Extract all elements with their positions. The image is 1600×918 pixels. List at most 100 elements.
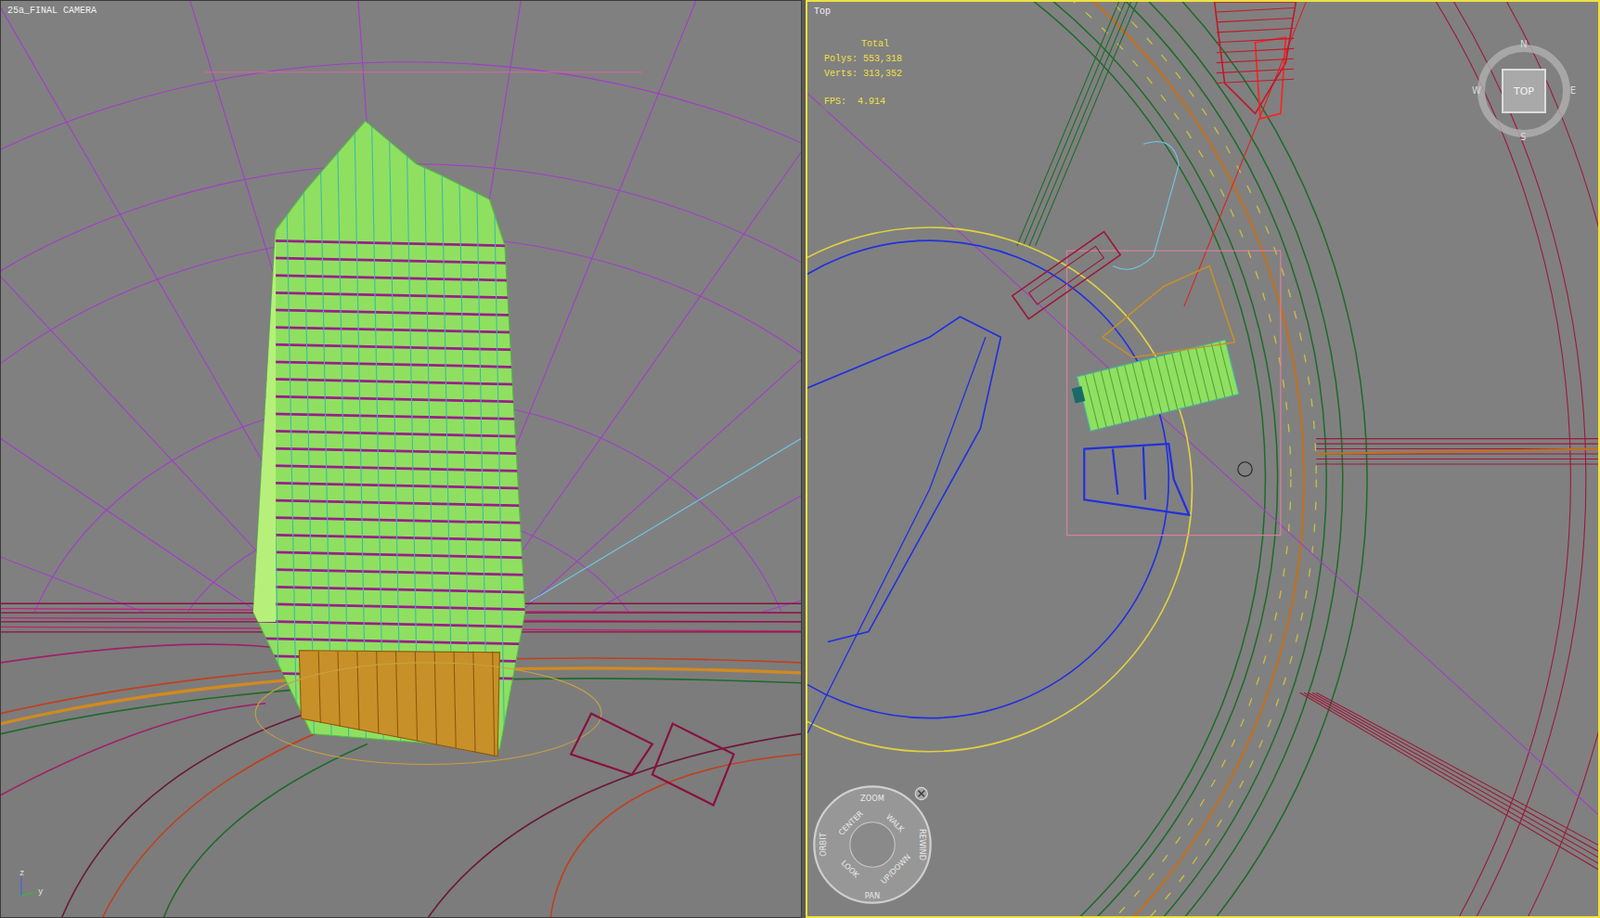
stadium-outline xyxy=(807,227,1192,752)
selection-box xyxy=(1067,250,1281,535)
plan-hatch xyxy=(1187,348,1202,403)
stadium-shape xyxy=(807,316,1001,642)
ring-road xyxy=(807,1,1368,917)
viewcube-face[interactable]: TOP xyxy=(1501,68,1547,114)
podium-line xyxy=(376,651,379,735)
stats-verts: Verts: 313,352 xyxy=(824,66,903,82)
floor-line xyxy=(245,482,530,490)
compass-letter[interactable]: S xyxy=(1520,131,1526,143)
floor-line xyxy=(245,464,530,472)
plan-hatch xyxy=(1109,368,1123,423)
podium-line xyxy=(318,651,321,723)
floor-line xyxy=(245,534,530,542)
wheel-item[interactable]: LOOK xyxy=(839,857,863,880)
stats-polys: Polys: 553,318 xyxy=(824,51,903,67)
wheel-item[interactable]: WALK xyxy=(884,812,907,835)
path-outline xyxy=(1112,141,1179,270)
wheel-item[interactable]: CENTER xyxy=(836,808,865,838)
axis-icon: zy xyxy=(13,865,52,904)
ring-road xyxy=(807,1,1327,917)
floor-line xyxy=(245,638,530,646)
podium-plan xyxy=(1102,266,1236,359)
floor-line xyxy=(245,620,530,628)
svg-text:z: z xyxy=(19,868,25,878)
guide-line xyxy=(1184,1,1307,307)
floor-line xyxy=(245,499,530,506)
camera-wireframe xyxy=(0,0,801,917)
floor-line xyxy=(245,603,530,610)
nav-wheel[interactable]: ZOOM ORBIT CENTER WALK REWIND LOOK UP/DOWN PAN xyxy=(811,783,934,906)
plan-hatch xyxy=(1172,352,1187,407)
core-block xyxy=(1071,386,1086,404)
wheel-item[interactable]: UP/DOWN xyxy=(878,851,913,886)
radial-road xyxy=(1316,692,1599,845)
floor-line xyxy=(245,378,530,386)
viewport-label[interactable]: Top xyxy=(812,5,833,18)
podium-line xyxy=(337,651,340,727)
podium-line xyxy=(453,651,456,749)
podium-line xyxy=(414,651,417,742)
compass-letter[interactable]: W xyxy=(1471,85,1482,97)
floor-line xyxy=(245,309,530,316)
road-curve xyxy=(0,644,307,663)
radial-road xyxy=(1316,438,1599,439)
max-viewports: 25a_FINAL CAMERA zy Top TotalPolys: 553,318… xyxy=(0,0,1600,918)
radial-road xyxy=(1316,458,1599,460)
close-icon[interactable] xyxy=(915,787,928,800)
steering-wheel[interactable]: ZOOM ORBIT CENTER WALK REWIND LOOK UP/DOWN PAN xyxy=(811,783,934,911)
ring-road xyxy=(807,1,1343,917)
lane-dash xyxy=(807,1,1317,917)
radial-road xyxy=(1022,1,1125,246)
podium-line xyxy=(357,651,360,731)
outer-ring xyxy=(807,1,1599,917)
road-curve xyxy=(550,754,801,917)
top-viewport[interactable]: Top TotalPolys: 553,318Verts: 313,352FPS:… xyxy=(805,0,1600,918)
road-curve xyxy=(103,728,327,917)
plaza-outline xyxy=(255,662,602,765)
radial-road xyxy=(1316,463,1599,465)
plan-hatch xyxy=(1116,366,1131,421)
ring-centerline xyxy=(807,1,1304,917)
podium-line xyxy=(396,651,399,738)
canopy-plan xyxy=(1083,443,1189,516)
compass-letter[interactable]: E xyxy=(1570,85,1576,97)
red-tower-plan xyxy=(1214,1,1297,119)
stadium-shape xyxy=(807,336,986,734)
wheel-item[interactable]: REWIND xyxy=(917,828,928,861)
ground-plane xyxy=(0,611,801,917)
plan-hatch xyxy=(1179,350,1194,405)
plan-hatch xyxy=(1140,361,1155,415)
lane-dash xyxy=(807,1,1291,917)
stats-fps: FPS: 4.914 xyxy=(824,94,903,110)
floor-line xyxy=(245,396,530,403)
guide-line xyxy=(807,93,1599,815)
mullion-line xyxy=(284,103,297,755)
radial-road xyxy=(1303,692,1599,864)
radial-road xyxy=(1316,449,1599,454)
axis-tripod: zy xyxy=(13,865,52,908)
wheel-item[interactable]: PAN xyxy=(864,890,880,901)
guide-line xyxy=(529,438,801,602)
wheel-item[interactable]: ORBIT xyxy=(818,831,828,856)
radial-road xyxy=(1300,692,1599,869)
viewport-label[interactable]: 25a_FINAL CAMERA xyxy=(5,4,99,17)
viewcube[interactable]: N W E S TOP xyxy=(1471,38,1576,143)
floor-line xyxy=(245,551,530,558)
plan-hatch xyxy=(1084,374,1099,429)
floor-line xyxy=(245,430,530,438)
stats-overlay: TotalPolys: 553,318Verts: 313,352FPS: 4.… xyxy=(820,35,906,112)
structure-outline xyxy=(652,723,735,806)
tower-side xyxy=(253,224,276,622)
camera-viewport[interactable]: 25a_FINAL CAMERA zy xyxy=(0,0,802,918)
plan-hatch xyxy=(1093,373,1108,427)
floor-line xyxy=(245,292,530,299)
plan-hatch xyxy=(1132,362,1147,417)
ring-road xyxy=(807,1,1265,917)
floor-line xyxy=(245,568,530,576)
marker-circle xyxy=(1238,462,1252,477)
compass-letter[interactable]: N xyxy=(1520,38,1527,51)
wheel-item[interactable]: ZOOM xyxy=(860,793,885,803)
floor-line xyxy=(245,326,530,334)
plan-hatch xyxy=(1219,341,1234,396)
radial-road xyxy=(1029,1,1132,246)
